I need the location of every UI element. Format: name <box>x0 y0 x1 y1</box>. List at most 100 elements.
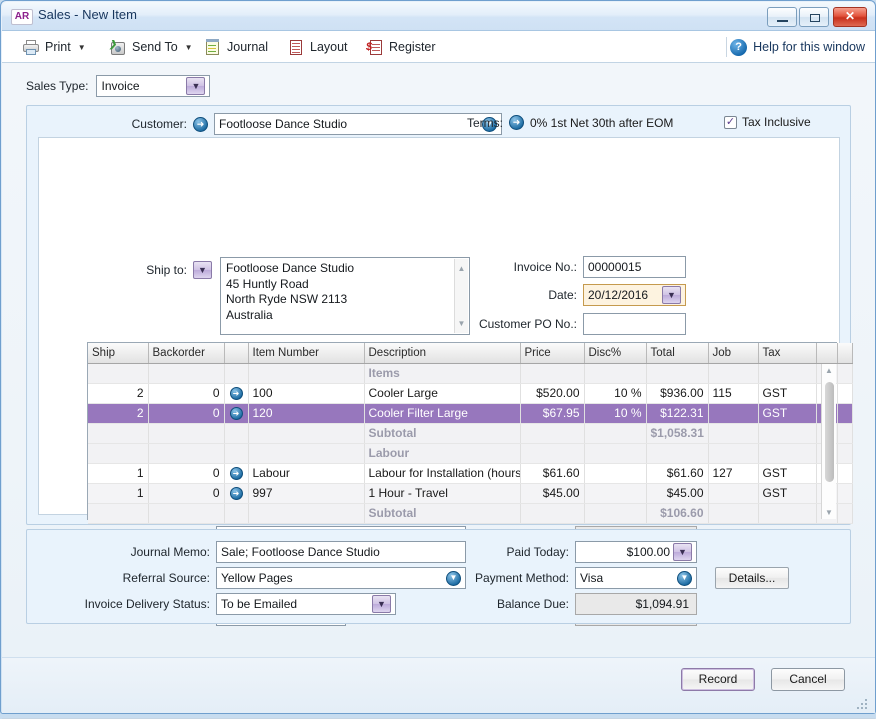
row-arrow-icon[interactable]: ➜ <box>230 487 243 500</box>
col-price[interactable]: Price <box>520 343 584 363</box>
scroll-down-icon[interactable]: ▼ <box>822 508 836 517</box>
cell-item-number[interactable]: 997 <box>248 483 364 503</box>
row-arrow-icon[interactable]: ➜ <box>230 467 243 480</box>
cell-description[interactable]: Labour for Installation (hours) <box>364 463 520 483</box>
cell-job[interactable] <box>708 483 758 503</box>
cell-price[interactable]: $61.60 <box>520 463 584 483</box>
grid-scrollbar[interactable]: ▲ ▼ <box>821 364 836 519</box>
cell-item-number[interactable]: 100 <box>248 383 364 403</box>
print-button[interactable]: Print ▼ <box>16 35 92 59</box>
col-item-number[interactable]: Item Number <box>248 343 364 363</box>
col-backorder[interactable]: Backorder <box>148 343 224 363</box>
cell-description[interactable]: 1 Hour - Travel <box>364 483 520 503</box>
layout-button[interactable]: Layout <box>281 35 354 59</box>
delivery-status-select[interactable]: To be Emailed ▼ <box>216 593 396 615</box>
paid-today-input[interactable]: $100.00 ▼ <box>575 541 697 563</box>
cell-ship[interactable]: 1 <box>88 463 148 483</box>
cell-ship[interactable]: 2 <box>88 403 148 423</box>
cell-disc[interactable] <box>584 463 646 483</box>
col-ship[interactable]: Ship <box>88 343 148 363</box>
cell-total[interactable]: $45.00 <box>646 483 708 503</box>
maximize-button[interactable] <box>799 7 829 27</box>
register-button[interactable]: $ Register <box>360 35 442 59</box>
cell-total[interactable]: $936.00 <box>646 383 708 403</box>
customer-drilldown-arrow-icon[interactable]: ➜ <box>193 117 208 132</box>
cell-ship[interactable]: 1 <box>88 483 148 503</box>
cell-job[interactable] <box>708 403 758 423</box>
close-button[interactable]: ✕ <box>833 7 867 27</box>
row-arrow-cell[interactable]: ➜ <box>224 483 248 503</box>
cell-backorder[interactable]: 0 <box>148 463 224 483</box>
cell-tax[interactable]: GST <box>758 483 816 503</box>
cell-job[interactable]: 127 <box>708 463 758 483</box>
ship-to-chevron-down-icon[interactable]: ▼ <box>193 261 212 279</box>
cell-job[interactable]: 115 <box>708 383 758 403</box>
cell-disc[interactable]: 10 % <box>584 383 646 403</box>
cell-backorder[interactable]: 0 <box>148 403 224 423</box>
ship-to-scrollbar[interactable]: ▲ ▼ <box>454 259 468 333</box>
row-arrow-icon[interactable]: ➜ <box>230 387 243 400</box>
chevron-down-icon[interactable]: ▼ <box>372 595 391 613</box>
table-row[interactable]: 10➜9971 Hour - Travel$45.00$45.00GST <box>88 483 852 503</box>
cell-backorder[interactable]: 0 <box>148 383 224 403</box>
row-arrow-icon[interactable]: ➜ <box>230 407 243 420</box>
cell-price[interactable]: $67.95 <box>520 403 584 423</box>
line-items-grid[interactable]: Ship Backorder Item Number Description P… <box>87 342 837 520</box>
col-job[interactable]: Job <box>708 343 758 363</box>
cell-item-number[interactable]: Labour <box>248 463 364 483</box>
table-row[interactable]: 10 ➜ LabourLabour for Installation (hours)… <box>88 463 852 483</box>
help-for-this-window-link[interactable]: ? Help for this window <box>730 37 865 57</box>
journal-button[interactable]: Journal <box>198 35 274 59</box>
cell-tax[interactable]: GST <box>758 463 816 483</box>
sales-type-select[interactable]: Invoice ▼ <box>96 75 210 97</box>
customer-po-input[interactable] <box>583 313 686 335</box>
col-total[interactable]: Total <box>646 343 708 363</box>
payment-method-select[interactable]: Visa ▼ <box>575 567 697 589</box>
ship-to-textarea[interactable]: Footloose Dance Studio 45 Huntly Road No… <box>220 257 470 335</box>
chevron-down-icon[interactable]: ▼ <box>677 571 692 586</box>
cell-total[interactable]: $122.31 <box>646 403 708 423</box>
tax-inclusive-row[interactable]: ✓ Tax Inclusive <box>724 115 811 129</box>
resize-grip[interactable] <box>857 697 869 709</box>
cell-backorder[interactable]: 0 <box>148 483 224 503</box>
cell-disc[interactable]: 10 % <box>584 403 646 423</box>
cell-description[interactable]: Cooler Large <box>364 383 520 403</box>
cell-total[interactable]: $61.60 <box>646 463 708 483</box>
payment-details-button[interactable]: Details... <box>715 567 789 589</box>
table-row[interactable]: 20 ➜ 120Cooler Filter Large$67.9510 %$122.… <box>88 403 852 423</box>
scrollbar-thumb[interactable] <box>825 382 834 482</box>
grid-subtotal-row[interactable]: Subtotal$106.60 <box>88 503 852 523</box>
chevron-down-icon[interactable]: ▼ <box>673 543 692 561</box>
record-button[interactable]: Record <box>681 668 755 691</box>
row-arrow-cell[interactable]: ➜ <box>224 463 248 483</box>
cell-price[interactable]: $45.00 <box>520 483 584 503</box>
customer-input[interactable]: Footloose Dance Studio ▼ <box>214 113 502 135</box>
cell-item-number[interactable]: 120 <box>248 403 364 423</box>
invoice-no-input[interactable]: 00000015 <box>583 256 686 278</box>
table-row[interactable]: 20➜100Cooler Large$520.0010 %$936.00115G… <box>88 383 852 403</box>
col-disc[interactable]: Disc% <box>584 343 646 363</box>
calendar-chevron-down-icon[interactable]: ▼ <box>662 286 681 304</box>
grid-group-row[interactable]: Items <box>88 363 852 383</box>
referral-source-input[interactable]: Yellow Pages ▼ <box>216 567 466 589</box>
cell-tax[interactable]: GST <box>758 403 816 423</box>
cell-price[interactable]: $520.00 <box>520 383 584 403</box>
col-description[interactable]: Description <box>364 343 520 363</box>
cell-disc[interactable] <box>584 483 646 503</box>
journal-memo-input[interactable]: Sale; Footloose Dance Studio <box>216 541 466 563</box>
cancel-button[interactable]: Cancel <box>771 668 845 691</box>
tax-inclusive-checkbox[interactable]: ✓ <box>724 116 737 129</box>
scroll-up-icon[interactable]: ▲ <box>822 366 836 375</box>
chevron-down-icon[interactable]: ▼ <box>186 77 205 95</box>
cell-description[interactable]: Cooler Filter Large <box>364 403 520 423</box>
cell-ship[interactable]: 2 <box>88 383 148 403</box>
grid-subtotal-row[interactable]: Subtotal$1,058.31 <box>88 423 852 443</box>
terms-drilldown-arrow-icon[interactable]: ➜ <box>509 115 524 130</box>
row-arrow-cell[interactable]: ➜ <box>224 383 248 403</box>
col-tax[interactable]: Tax <box>758 343 816 363</box>
send-to-button[interactable]: ❯ Send To ▼ <box>103 35 199 59</box>
row-arrow-cell[interactable]: ➜ <box>224 403 248 423</box>
date-input[interactable]: 20/12/2016 ▼ <box>583 284 686 306</box>
minimize-button[interactable] <box>767 7 797 27</box>
grid-group-row[interactable]: Labour <box>88 443 852 463</box>
